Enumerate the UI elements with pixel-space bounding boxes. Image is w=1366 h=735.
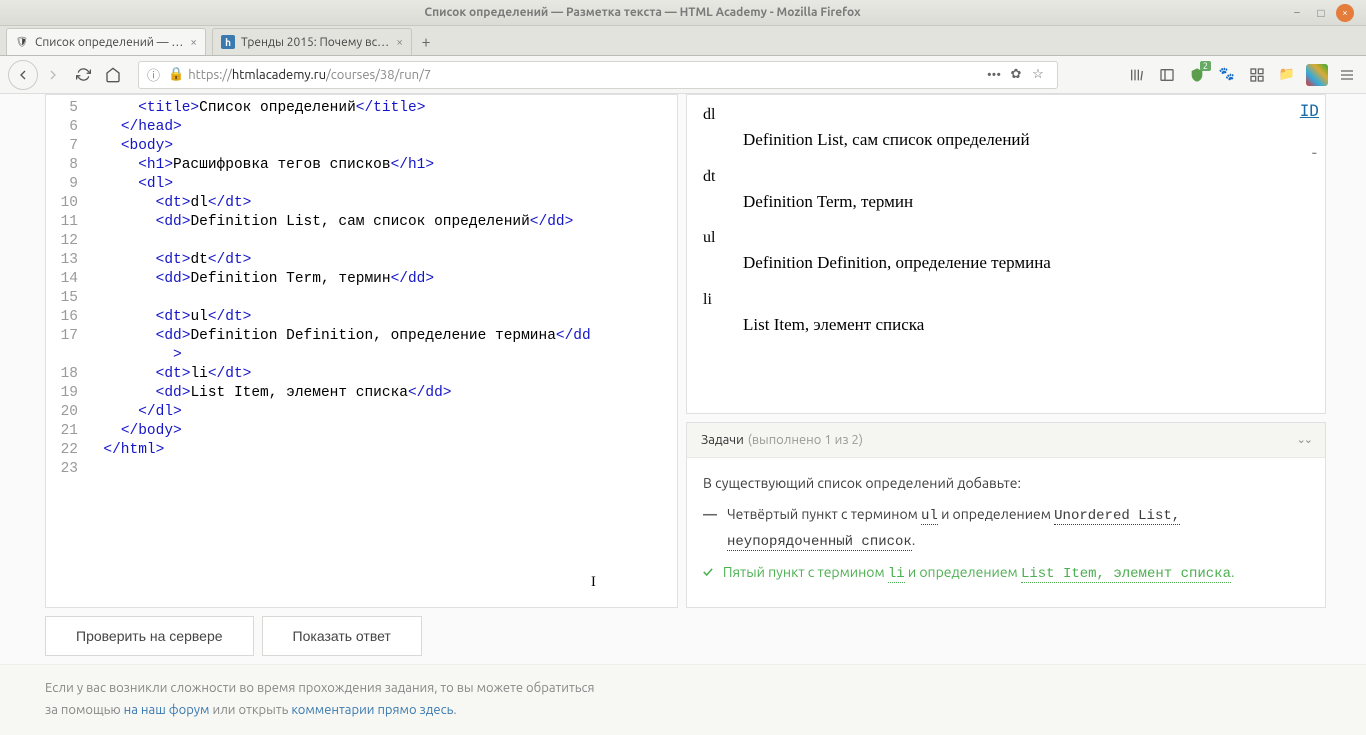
preview-term: dl	[703, 103, 1309, 127]
back-button[interactable]	[8, 60, 38, 90]
bookmark-icon[interactable]: ☆	[1027, 67, 1049, 82]
home-button[interactable]	[98, 60, 128, 90]
preview-term: dt	[703, 165, 1309, 189]
preview-box: ID - dlDefinition List, сам список опред…	[686, 94, 1326, 414]
preview-definition: Definition Definition, определение терми…	[743, 250, 1309, 276]
line-gutter: 567891011121314151617181920212223	[46, 95, 86, 607]
show-answer-button[interactable]: Показать ответ	[262, 616, 422, 656]
url-host: htmlacademy.ru	[232, 68, 326, 82]
menu-icon[interactable]	[1336, 64, 1358, 86]
task-item: —Четвёртый пункт с термином ul и определ…	[703, 503, 1309, 555]
browser-tabbar: 🛡 Список определений — Раз × h Тренды 20…	[0, 26, 1366, 56]
info-icon[interactable]: ⓘ	[147, 65, 160, 84]
url-path: /courses/38/run/7	[326, 68, 431, 82]
url-protocol: https://	[188, 68, 232, 82]
reload-button[interactable]	[68, 60, 98, 90]
more-icon[interactable]: •••	[983, 68, 1005, 82]
collapse-button[interactable]: -	[1312, 141, 1317, 165]
browser-navbar: ⓘ 🔒 https://htmlacademy.ru/courses/38/ru…	[0, 56, 1366, 94]
window-minimize-button[interactable]: −	[1288, 4, 1306, 22]
close-icon[interactable]: ×	[190, 36, 197, 49]
site-icon: h	[221, 35, 235, 49]
app-icon[interactable]	[1306, 64, 1328, 86]
preview-definition: Definition Term, термин	[743, 189, 1309, 215]
paw-icon[interactable]: 🐾	[1216, 64, 1238, 86]
window-titlebar: Список определений — Разметка текста — H…	[0, 0, 1366, 26]
preview-definition: Definition List, сам список определений	[743, 127, 1309, 153]
check-icon: ✓	[703, 561, 713, 587]
forward-button[interactable]	[38, 60, 68, 90]
sidebar-icon[interactable]	[1156, 64, 1178, 86]
chevron-down-icon: ⌄⌄	[1297, 433, 1311, 446]
tasks-panel: Задачи (выполнено 1 из 2) ⌄⌄ В существую…	[686, 422, 1326, 608]
folder-icon[interactable]: 📁	[1276, 64, 1298, 86]
task-item: ✓Пятый пункт с термином li и определение…	[703, 561, 1309, 587]
window-title: Список определений — Разметка текста — H…	[0, 6, 1285, 19]
new-tab-button[interactable]: +	[412, 28, 440, 55]
tasks-label: Задачи	[701, 433, 744, 447]
forum-link[interactable]: на наш форум	[124, 703, 210, 717]
lock-icon: 🔒	[168, 67, 184, 82]
preview-term: li	[703, 288, 1309, 312]
window-close-button[interactable]: ×	[1336, 4, 1354, 22]
url-bar[interactable]: ⓘ 🔒 https://htmlacademy.ru/courses/38/ru…	[138, 61, 1058, 89]
code-body[interactable]: <title>Список определений</title> </head…	[86, 95, 677, 607]
code-editor[interactable]: 567891011121314151617181920212223 <title…	[45, 94, 678, 608]
tasks-header[interactable]: Задачи (выполнено 1 из 2) ⌄⌄	[687, 423, 1325, 458]
browser-tab-2[interactable]: h Тренды 2015: Почему всё бо ×	[212, 28, 412, 55]
extension-shield-icon[interactable]: 2	[1186, 64, 1208, 86]
tasks-intro: В существующий список определений добавь…	[703, 472, 1309, 496]
footer-help: Если у вас возникли сложности во время п…	[0, 664, 1366, 735]
browser-tab-1[interactable]: 🛡 Список определений — Раз ×	[6, 28, 206, 55]
preview-term: ul	[703, 226, 1309, 250]
shield-icon: 🛡	[15, 35, 29, 49]
preview-definition: List Item, элемент списка	[743, 312, 1309, 338]
comments-link[interactable]: комментарии прямо здесь	[291, 703, 453, 717]
text-cursor-icon: I	[591, 573, 596, 592]
check-server-button[interactable]: Проверить на сервере	[45, 616, 254, 656]
library-icon[interactable]	[1126, 64, 1148, 86]
reader-icon[interactable]: ✿	[1005, 67, 1027, 82]
close-icon[interactable]: ×	[396, 36, 403, 49]
grid-icon[interactable]	[1246, 64, 1268, 86]
extension-badge: 2	[1200, 61, 1211, 71]
tasks-count: (выполнено 1 из 2)	[748, 433, 863, 447]
dash-icon: —	[703, 503, 717, 555]
tab-label: Тренды 2015: Почему всё бо	[241, 36, 390, 49]
toggle-letter[interactable]: ID	[1300, 99, 1319, 123]
tab-label: Список определений — Раз	[35, 36, 184, 49]
window-maximize-button[interactable]: □	[1312, 4, 1330, 22]
